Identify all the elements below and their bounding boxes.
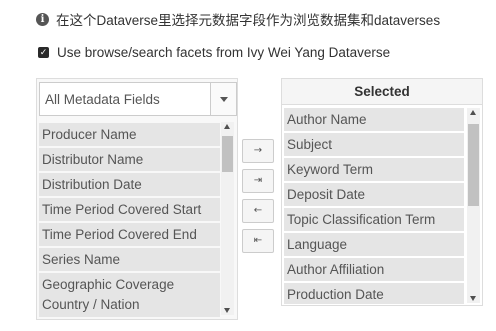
- list-item[interactable]: Subject: [284, 133, 464, 156]
- info-text: 在这个Dataverse里选择元数据字段作为浏览数据集和dataverses: [56, 13, 441, 28]
- metadata-block-select[interactable]: All Metadata Fields: [39, 82, 237, 116]
- list-item[interactable]: Author Affiliation: [284, 258, 464, 281]
- facets-option[interactable]: ✓ Use browse/search facets from Ivy Wei …: [38, 43, 390, 61]
- scroll-down-icon[interactable]: [224, 308, 230, 313]
- list-item[interactable]: Time Period Covered End: [39, 223, 220, 246]
- scroll-down-icon[interactable]: [470, 296, 476, 301]
- list-item[interactable]: Keyword Term: [284, 158, 464, 181]
- scroll-up-icon[interactable]: [224, 124, 230, 129]
- list-item[interactable]: Distribution Date: [39, 173, 220, 196]
- facets-checkbox[interactable]: ✓: [38, 46, 49, 58]
- facets-checkbox-label[interactable]: Use browse/search facets from Ivy Wei Ya…: [57, 45, 390, 60]
- scrollbar-thumb[interactable]: [468, 124, 479, 206]
- add-selected-button[interactable]: →: [242, 139, 274, 163]
- list-item[interactable]: Distributor Name: [39, 148, 220, 171]
- remove-selected-button[interactable]: ←: [242, 199, 274, 223]
- scrollbar-thumb[interactable]: [222, 136, 233, 172]
- list-item[interactable]: Geographic Coverage Country / Nation: [39, 273, 220, 317]
- list-item[interactable]: Deposit Date: [284, 183, 464, 206]
- selected-header: Selected: [282, 79, 482, 105]
- available-fields-list[interactable]: Producer Name Distributor Name Distribut…: [39, 121, 235, 317]
- list-item[interactable]: Topic Classification Term: [284, 208, 464, 231]
- list-item[interactable]: Language: [284, 233, 464, 256]
- selected-fields-panel: Selected Author Name Subject Keyword Ter…: [281, 78, 483, 306]
- list-item[interactable]: Time Period Covered Start: [39, 198, 220, 221]
- list-item[interactable]: Production Date: [284, 283, 464, 304]
- remove-all-button[interactable]: ⇤: [242, 229, 274, 253]
- metadata-block-select-value[interactable]: All Metadata Fields: [45, 92, 160, 107]
- caret-down-icon: [220, 97, 228, 102]
- list-item[interactable]: Series Name: [39, 248, 220, 271]
- select-toggle-button[interactable]: [210, 83, 236, 115]
- scroll-up-icon[interactable]: [470, 110, 476, 115]
- info-icon: i: [36, 12, 49, 26]
- info-message: i 在这个Dataverse里选择元数据字段作为浏览数据集和dataverses: [36, 9, 440, 29]
- list-item[interactable]: Producer Name: [39, 123, 220, 146]
- selected-fields-list[interactable]: Author Name Subject Keyword Term Deposit…: [284, 108, 482, 304]
- add-all-button[interactable]: ⇥: [242, 169, 274, 193]
- list-item[interactable]: Author Name: [284, 108, 464, 131]
- available-fields-panel: All Metadata Fields Producer Name Distri…: [36, 78, 238, 320]
- available-list-scrollbar[interactable]: [221, 122, 234, 315]
- selected-list-scrollbar[interactable]: [467, 108, 480, 303]
